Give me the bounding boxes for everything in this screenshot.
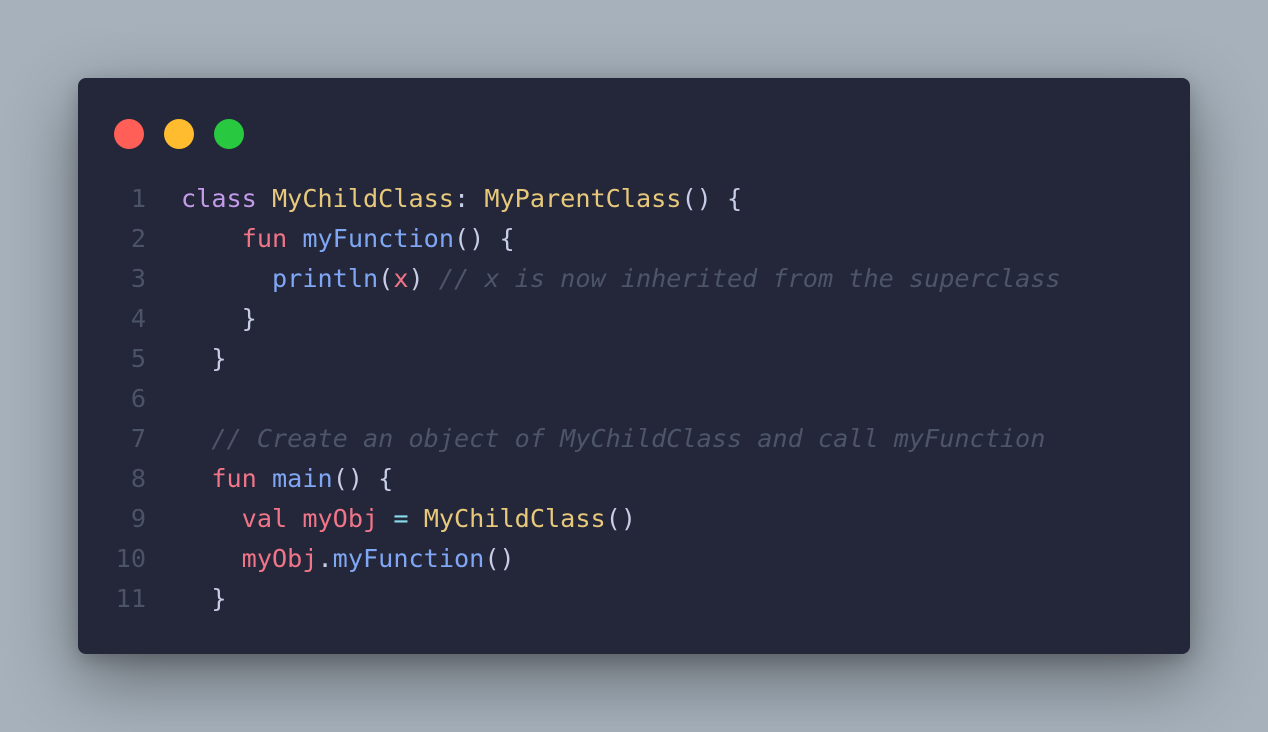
close-dot-icon[interactable]: [114, 119, 144, 149]
code-token: // x is now inherited from the superclas…: [438, 264, 1061, 293]
line-number: 1: [130, 184, 146, 213]
code-block: 1 class MyChildClass: MyParentClass() {2 …: [78, 179, 1190, 619]
line-content: val myObj = MyChildClass(): [181, 499, 636, 539]
code-token: println: [272, 264, 379, 293]
line-number: 9: [130, 504, 146, 533]
line-content: fun myFunction() {: [181, 219, 515, 259]
code-token: MyParentClass: [484, 184, 682, 213]
line-number: 10: [115, 544, 146, 573]
code-token: fun: [211, 464, 257, 493]
code-window: 1 class MyChildClass: MyParentClass() {2 …: [78, 78, 1190, 654]
line-content: }: [181, 579, 227, 619]
line-number: 4: [130, 304, 146, 333]
code-token: fun: [241, 224, 288, 253]
code-line: 8 fun main() {: [78, 459, 1190, 499]
code-token: (: [378, 264, 394, 293]
line-content: }: [181, 299, 257, 339]
code-token: (): [605, 504, 637, 533]
code-line: 11 }: [78, 579, 1190, 619]
code-token: .: [317, 544, 333, 573]
code-token: val: [241, 504, 288, 533]
line-number: 5: [130, 344, 146, 373]
code-token: :: [453, 184, 485, 213]
line-number: 7: [130, 424, 146, 453]
line-number: 3: [130, 264, 146, 293]
code-token: =: [393, 504, 409, 533]
code-token: myFunction: [302, 224, 454, 253]
maximize-dot-icon[interactable]: [214, 119, 244, 149]
code-token: myObj: [302, 504, 379, 533]
window-controls: [114, 119, 244, 149]
line-number: 8: [130, 464, 146, 493]
code-token: MyChildClass: [423, 504, 606, 533]
code-token: }: [181, 304, 257, 333]
line-content: // Create an object of MyChildClass and …: [181, 419, 1045, 459]
code-token: x: [393, 264, 409, 293]
line-content: fun main() {: [181, 459, 393, 499]
line-content: myObj.myFunction(): [181, 539, 515, 579]
code-token: () {: [454, 224, 515, 253]
code-token: myFunction: [332, 544, 485, 573]
line-number: 11: [115, 584, 146, 613]
code-line: 10 myObj.myFunction(): [78, 539, 1190, 579]
code-token: myObj: [241, 544, 318, 573]
minimize-dot-icon[interactable]: [164, 119, 194, 149]
code-token: }: [181, 344, 227, 373]
code-line: 3 println(x) // x is now inherited from …: [78, 259, 1190, 299]
code-token: () {: [332, 464, 394, 493]
line-content: }: [181, 339, 227, 379]
line-content: class MyChildClass: MyParentClass() {: [181, 179, 742, 219]
code-token: ): [408, 264, 439, 293]
code-line: 6: [78, 379, 1190, 419]
code-line: 9 val myObj = MyChildClass(): [78, 499, 1190, 539]
line-content: println(x) // x is now inherited from th…: [181, 259, 1061, 299]
code-line: 5 }: [78, 339, 1190, 379]
code-token: main: [272, 464, 333, 493]
code-token: () {: [681, 184, 743, 213]
line-number: 6: [130, 384, 146, 413]
code-line: 4 }: [78, 299, 1190, 339]
code-line: 7 // Create an object of MyChildClass an…: [78, 419, 1190, 459]
code-token: // Create an object of MyChildClass and …: [211, 424, 1046, 453]
code-token: (): [484, 544, 515, 573]
code-line: 1 class MyChildClass: MyParentClass() {: [78, 179, 1190, 219]
line-number: 2: [130, 224, 146, 253]
code-token: class: [181, 184, 257, 213]
code-token: }: [181, 584, 227, 613]
code-line: 2 fun myFunction() {: [78, 219, 1190, 259]
code-token: MyChildClass: [272, 184, 454, 213]
